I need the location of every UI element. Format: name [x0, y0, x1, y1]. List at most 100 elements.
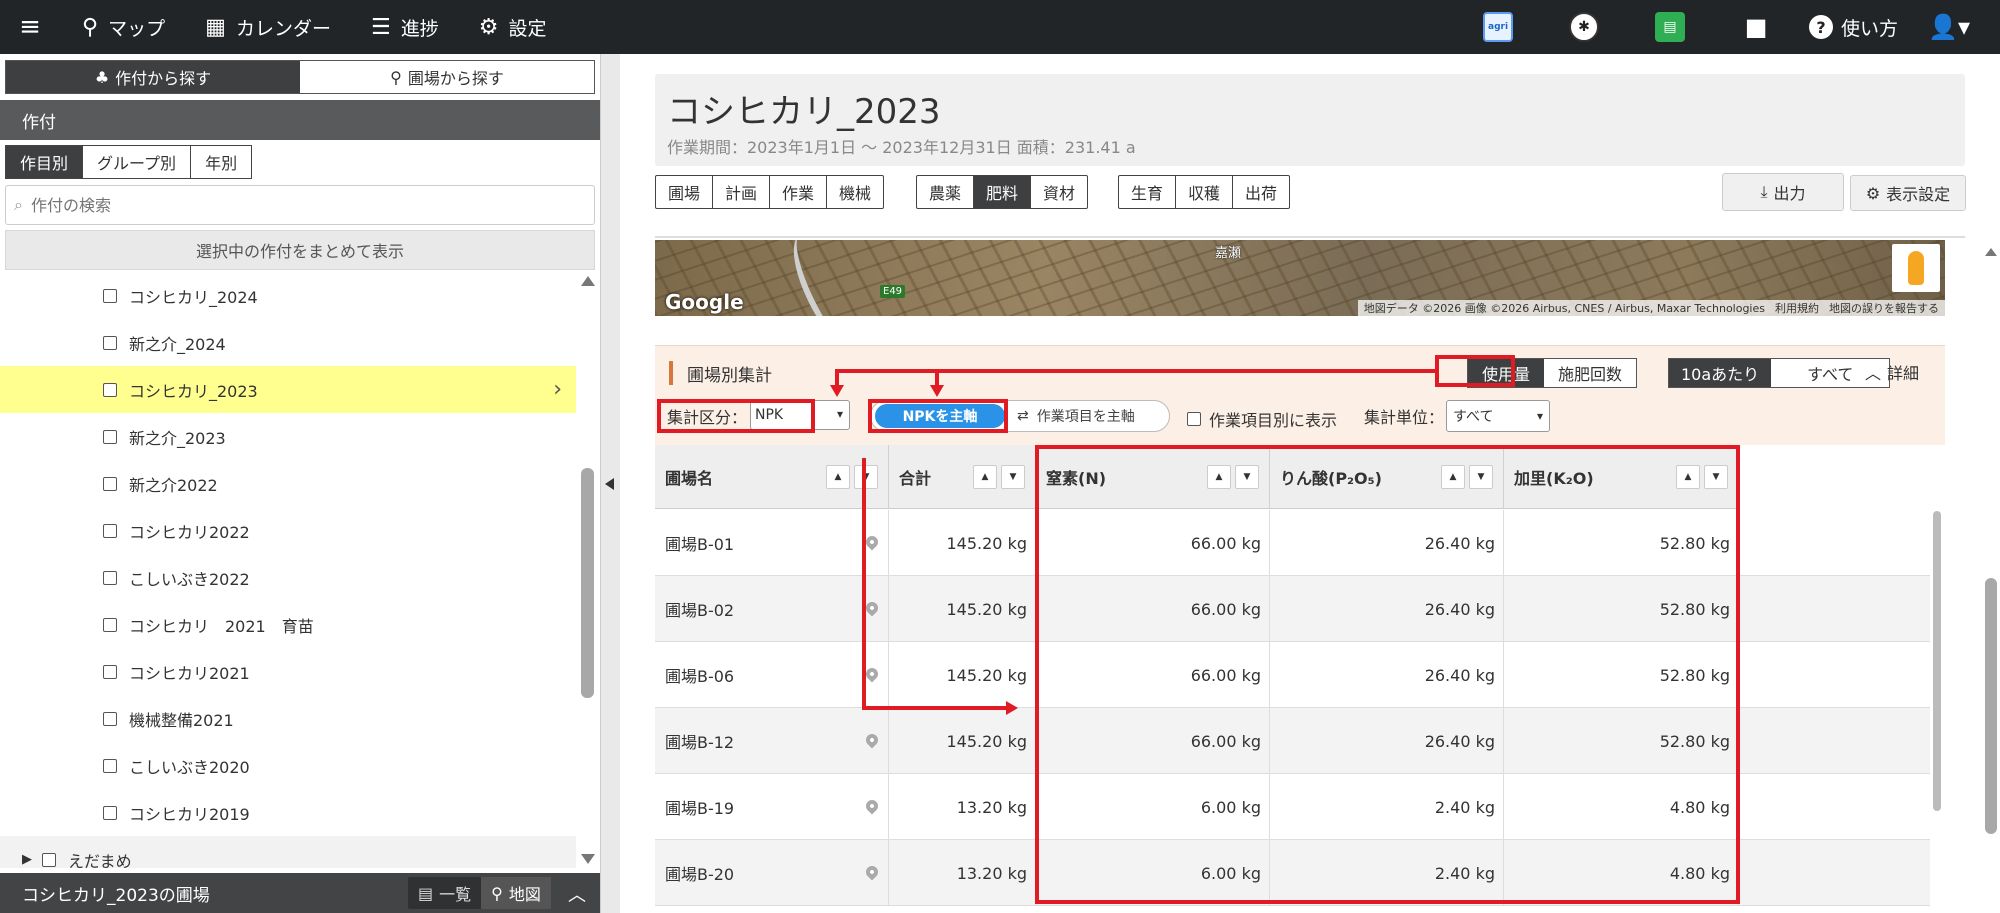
checkbox[interactable]	[103, 805, 117, 820]
list-item[interactable]: 新之介2022	[0, 460, 576, 507]
tab-by-year[interactable]: 年別	[190, 146, 251, 178]
tab-growth[interactable]: 生育	[1119, 176, 1175, 208]
map-pin-icon[interactable]	[863, 533, 881, 551]
usage-tab[interactable]: 使用量	[1468, 359, 1545, 387]
collapse-left-icon[interactable]	[605, 478, 614, 490]
checkbox[interactable]	[103, 617, 117, 632]
list-item[interactable]: こしいぶき2022	[0, 554, 576, 601]
list-item[interactable]: コシヒカリ 2021 育苗	[0, 601, 576, 648]
tab-search-by-field[interactable]: ⚲ 圃場から探す	[300, 61, 594, 93]
panel-collapse-handle[interactable]	[600, 54, 620, 913]
list-item-selected[interactable]: コシヒカリ_2023 ›	[0, 366, 576, 413]
tab-pesticide[interactable]: 農薬	[917, 176, 973, 208]
sort-desc-icon[interactable]: ▼	[1469, 465, 1493, 489]
map-pin-icon[interactable]	[863, 863, 881, 881]
nav-progress[interactable]: ☰ 進捗	[349, 0, 457, 54]
checkbox[interactable]	[42, 852, 56, 867]
scroll-thumb[interactable]	[1985, 578, 1997, 834]
help-link[interactable]: ? 使い方	[1809, 14, 1898, 41]
checkbox[interactable]	[103, 711, 117, 726]
nav-settings[interactable]: ⚙ 設定	[457, 0, 565, 54]
checkbox[interactable]	[103, 758, 117, 773]
list-item[interactable]: コシヒカリ2022	[0, 507, 576, 554]
checkbox[interactable]	[103, 288, 117, 303]
list-item[interactable]: コシヒカリ2021	[0, 648, 576, 695]
work-main-button[interactable]: ⇄ 作業項目を主軸	[1017, 406, 1135, 426]
user-menu-icon[interactable]: 👤▾	[1928, 13, 1970, 41]
tab-shipment[interactable]: 出荷	[1232, 176, 1289, 208]
field-name[interactable]: 圃場B-01	[665, 531, 734, 555]
tab-field[interactable]: 圃場	[656, 176, 712, 208]
sort-desc-icon[interactable]: ▼	[854, 465, 878, 489]
checkbox[interactable]	[103, 476, 117, 491]
tab-fertilizer[interactable]: 肥料	[973, 176, 1031, 208]
display-settings-button[interactable]: ⚙ 表示設定	[1850, 175, 1966, 211]
crop-group-item[interactable]: ▶ えだまめ	[0, 836, 576, 868]
scroll-up-icon[interactable]	[581, 276, 595, 286]
map-pin-icon[interactable]	[863, 797, 881, 815]
nav-calendar[interactable]: ▦ カレンダー	[183, 0, 349, 54]
chat-icon[interactable]: ■	[1741, 12, 1771, 42]
field-name[interactable]: 圃場B-06	[665, 663, 734, 687]
aggregate-select[interactable]: NPK ▾	[750, 400, 850, 430]
sort-asc-icon[interactable]: ▲	[1441, 465, 1465, 489]
tab-materials[interactable]: 資材	[1030, 176, 1087, 208]
chevron-up-icon[interactable]: ︿	[568, 881, 586, 907]
sheet-app-icon[interactable]: ▤	[1655, 12, 1686, 42]
menu-toggle-icon[interactable]: ≡	[0, 0, 60, 54]
tab-map-view[interactable]: ⚲ 地図	[481, 877, 551, 909]
by-work-checkbox[interactable]: 作業項目別に表示	[1187, 407, 1337, 431]
field-name[interactable]: 圃場B-12	[665, 729, 734, 753]
sort-desc-icon[interactable]: ▼	[1001, 465, 1025, 489]
nav-map[interactable]: ⚲ マップ	[60, 0, 183, 54]
tab-by-group[interactable]: グループ別	[82, 146, 190, 178]
show-selected-button[interactable]: 選択中の作付をまとめて表示	[5, 230, 595, 270]
list-item[interactable]: 機械整備2021	[0, 695, 576, 742]
street-view-pegman-icon[interactable]	[1892, 244, 1940, 292]
scroll-thumb[interactable]	[581, 468, 594, 698]
tab-list-view[interactable]: ▤ 一覧	[408, 877, 481, 909]
checkbox[interactable]	[103, 382, 117, 397]
map-report-link[interactable]: 地図の誤りを報告する	[1829, 300, 1939, 316]
npk-main-button[interactable]: NPKを主軸	[875, 404, 1005, 428]
checkbox[interactable]	[103, 335, 117, 350]
sort-asc-icon[interactable]: ▲	[1676, 465, 1700, 489]
tab-by-crop[interactable]: 作目別	[6, 146, 83, 178]
list-item[interactable]: コシヒカリ2019	[0, 789, 576, 836]
sort-asc-icon[interactable]: ▲	[1207, 465, 1231, 489]
detail-toggle[interactable]: ︿ 詳細	[1865, 360, 1919, 384]
table-scrollbar[interactable]	[1933, 511, 1941, 811]
checkbox[interactable]	[103, 429, 117, 444]
sort-asc-icon[interactable]: ▲	[826, 465, 850, 489]
per-10a-tab[interactable]: 10aあたり	[1669, 359, 1772, 387]
checkbox[interactable]	[103, 523, 117, 538]
asterisk-app-icon[interactable]: ✱	[1569, 12, 1600, 42]
tab-harvest[interactable]: 収穫	[1175, 176, 1232, 208]
list-item[interactable]: こしいぶき2020	[0, 742, 576, 789]
expand-triangle-icon[interactable]: ▶	[22, 852, 32, 867]
sort-desc-icon[interactable]: ▼	[1235, 465, 1259, 489]
field-name[interactable]: 圃場B-19	[665, 795, 734, 819]
list-item[interactable]: 新之介_2024	[0, 319, 576, 366]
list-scrollbar[interactable]	[579, 272, 596, 868]
application-count-tab[interactable]: 施肥回数	[1544, 359, 1636, 387]
map-terms-link[interactable]: 利用規約	[1775, 300, 1819, 316]
tab-plan[interactable]: 計画	[712, 176, 769, 208]
field-name[interactable]: 圃場B-02	[665, 597, 734, 621]
list-item[interactable]: 新之介_2023	[0, 413, 576, 460]
map-pin-icon[interactable]	[863, 731, 881, 749]
page-scrollbar[interactable]	[1982, 238, 2000, 913]
checkbox[interactable]	[103, 570, 117, 585]
scroll-down-icon[interactable]	[581, 854, 595, 864]
unit-select[interactable]: すべて ▾	[1446, 400, 1550, 432]
list-item[interactable]: コシヒカリ_2024	[0, 272, 576, 319]
tab-work[interactable]: 作業	[769, 176, 826, 208]
tab-machine[interactable]: 機械	[826, 176, 883, 208]
satellite-map[interactable]: 嘉瀬 E49 Google 地図データ ©2026 画像 ©2026 Airbu…	[655, 240, 1945, 316]
map-pin-icon[interactable]	[863, 665, 881, 683]
export-button[interactable]: ⤓ 出力	[1722, 173, 1844, 211]
checkbox[interactable]	[1187, 412, 1201, 426]
agri-app-icon[interactable]: agri	[1483, 12, 1514, 42]
crop-search-input[interactable]	[30, 195, 594, 215]
map-pin-icon[interactable]	[863, 599, 881, 617]
